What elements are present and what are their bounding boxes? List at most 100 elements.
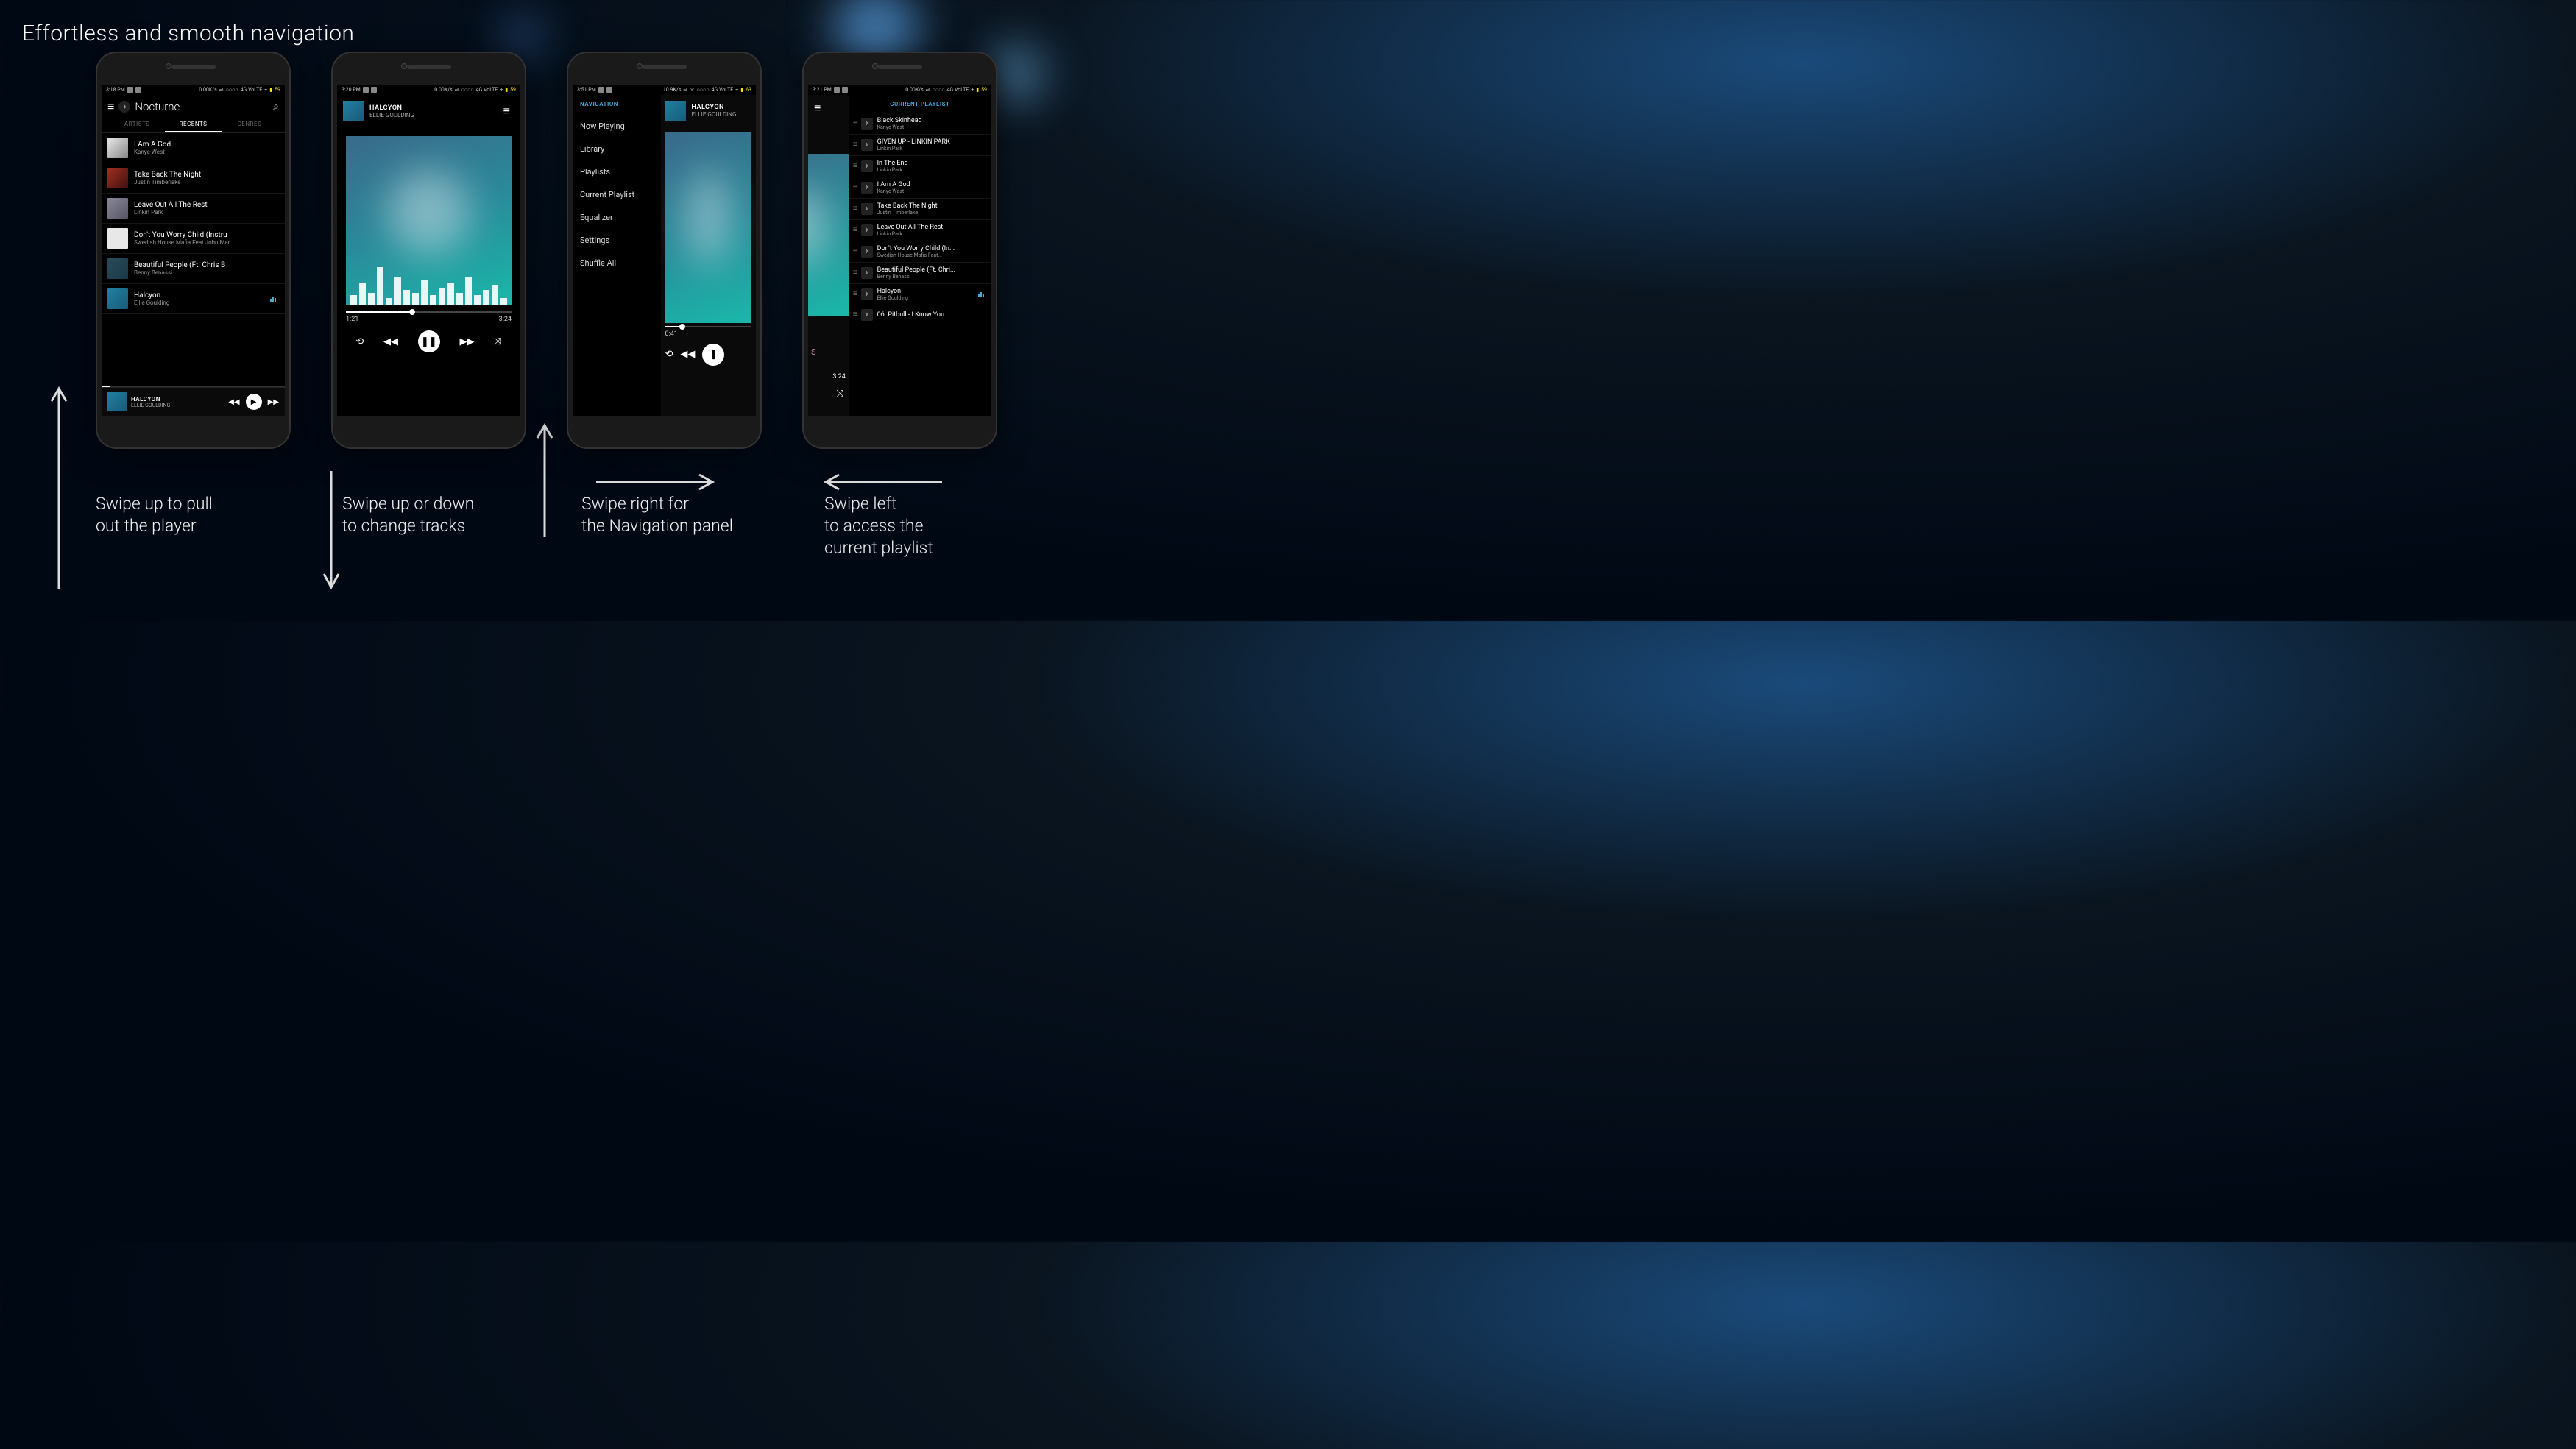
note-icon: ♪ — [861, 203, 873, 215]
drag-handle-icon[interactable]: ≡ — [853, 269, 857, 277]
nav-item[interactable]: Playlists — [580, 160, 654, 183]
np-album-art-small — [665, 101, 686, 121]
prev-icon[interactable]: ◀◀ — [228, 398, 239, 406]
note-icon: ♪ — [861, 118, 873, 130]
progress-bar[interactable] — [665, 326, 751, 327]
prev-icon[interactable]: ◀◀ — [680, 349, 695, 360]
nav-item[interactable]: Library — [580, 138, 654, 160]
drag-handle-icon[interactable]: ≡ — [853, 183, 857, 191]
track-title: I Am A God — [134, 141, 279, 149]
pause-icon[interactable]: ❚ — [702, 344, 724, 366]
note-icon: ♪ — [861, 139, 873, 151]
note-icon: ♪ — [861, 309, 873, 321]
track-title: Take Back The Night — [134, 171, 279, 179]
nav-item[interactable]: Now Playing — [580, 115, 654, 138]
nav-item[interactable]: Shuffle All — [580, 252, 654, 274]
drag-handle-icon[interactable]: ≡ — [853, 205, 857, 213]
track-title: 06. Pitbull - I Know You — [877, 311, 987, 319]
track-title: I Am A God — [877, 181, 987, 188]
np-track-title: HALCYON — [692, 104, 751, 111]
app-logo: ♪ — [118, 101, 130, 113]
track-title: Beautiful People (Ft. Chri... — [877, 266, 987, 274]
track-title: Take Back The Night — [877, 202, 987, 210]
next-icon[interactable]: ▶▶ — [459, 336, 474, 347]
track-title: Black Skinhead — [877, 117, 987, 124]
drag-handle-icon[interactable]: ≡ — [853, 247, 857, 255]
track-row[interactable]: Leave Out All The RestLinkin Park — [102, 194, 285, 224]
playlist-row[interactable]: ≡♪Leave Out All The RestLinkin Park — [849, 220, 991, 241]
track-title: GIVEN UP - LINKIN PARK — [877, 138, 987, 146]
menu-icon[interactable]: ≡ — [808, 95, 849, 121]
track-artist: Benny Benassi — [877, 274, 987, 280]
search-icon[interactable]: ⌕ — [273, 101, 279, 113]
drag-handle-icon[interactable]: ≡ — [853, 226, 857, 234]
np-album-art-small — [343, 101, 364, 121]
track-row[interactable]: I Am A GodKanye West — [102, 133, 285, 163]
nav-item[interactable]: Settings — [580, 229, 654, 252]
track-row[interactable]: HalcyonEllie Goulding — [102, 284, 285, 314]
tab-artists[interactable]: ARTISTS — [109, 118, 165, 132]
nav-item[interactable]: Equalizer — [580, 206, 654, 229]
time-total: 3:24 — [832, 373, 845, 380]
album-art — [107, 198, 128, 219]
album-art — [107, 288, 128, 309]
mini-album-art — [107, 392, 127, 411]
visualizer — [346, 254, 512, 305]
caption-1: Swipe up to pull out the player — [96, 493, 213, 537]
app-title: Nocturne — [135, 100, 180, 113]
menu-icon[interactable]: ≡ — [107, 99, 114, 114]
playlist-row[interactable]: ≡♪I Am A GodKanye West — [849, 177, 991, 199]
track-artist: Swedish House Mafia Feat... — [877, 252, 987, 258]
track-row[interactable]: Don't You Worry Child (InstruSwedish Hou… — [102, 224, 285, 254]
navigation-drawer[interactable]: NAVIGATION Now PlayingLibraryPlaylistsCu… — [573, 95, 661, 416]
playlist-row[interactable]: ≡♪Black SkinheadKanye West — [849, 113, 991, 135]
playlist-row[interactable]: ≡♪GIVEN UP - LINKIN PARKLinkin Park — [849, 135, 991, 156]
next-icon[interactable]: ▶▶ — [268, 398, 279, 406]
pause-icon[interactable]: ❚❚ — [418, 330, 440, 352]
play-icon[interactable]: ▶ — [246, 394, 262, 410]
playlist-row[interactable]: ≡♪Beautiful People (Ft. Chri...Benny Ben… — [849, 263, 991, 284]
np-peek[interactable]: ≡ S 3:24 ⤨ — [808, 95, 849, 416]
repeat-icon[interactable]: ⟲ — [665, 349, 673, 360]
shuffle-icon[interactable]: ⤨ — [836, 389, 843, 400]
playlist-row[interactable]: ≡♪Don't You Worry Child (In...Swedish Ho… — [849, 241, 991, 263]
track-artist: Justin Timberlake — [877, 210, 987, 216]
drag-handle-icon[interactable]: ≡ — [853, 141, 857, 149]
playlist-row[interactable]: ≡♪HalcyonEllie Goulding — [849, 284, 991, 305]
phone-playlist: 3:21 PM 0.00K/s⇌○○○○4G VoLTE+▮59 ≡ S 3:2… — [802, 52, 997, 449]
track-list[interactable]: I Am A GodKanye WestTake Back The NightJ… — [102, 133, 285, 386]
drag-handle-icon[interactable]: ≡ — [853, 119, 857, 127]
drag-handle-icon[interactable]: ≡ — [853, 162, 857, 170]
mini-track-artist: ELLIE GOULDING — [131, 403, 228, 408]
prev-icon[interactable]: ◀◀ — [383, 336, 398, 347]
nav-item[interactable]: Current Playlist — [580, 183, 654, 206]
repeat-icon[interactable]: ⟲ — [355, 336, 364, 347]
playlist-heading: CURRENT PLAYLIST — [849, 95, 991, 113]
track-artist: Ellie Goulding — [877, 295, 978, 301]
mini-player[interactable]: HALCYON ELLIE GOULDING ◀◀ ▶ ▶▶ — [102, 387, 285, 416]
playlist-row[interactable]: ≡ ♪ Take Back The NightJustin Timberlake — [849, 199, 991, 220]
shuffle-icon[interactable]: ⤨ — [494, 336, 501, 347]
album-art — [107, 168, 128, 188]
playlist-row[interactable]: ≡ ♪ 06. Pitbull - I Know You — [849, 305, 991, 325]
drag-handle-icon[interactable]: ≡ — [853, 311, 857, 319]
np-album-art[interactable] — [346, 136, 512, 305]
phone-library: 3:18 PM 0.00K/s⇌○○○○4G VoLTE+▮59 ≡ ♪ Noc… — [96, 52, 291, 449]
tab-recents[interactable]: RECENTS — [165, 118, 221, 132]
track-title: Leave Out All The Rest — [134, 201, 279, 209]
drag-handle-icon[interactable]: ≡ — [853, 290, 857, 298]
track-title: In The End — [877, 160, 987, 167]
track-artist: Justin Timberlake — [134, 179, 279, 185]
progress-bar[interactable] — [346, 311, 512, 313]
note-icon: ♪ — [861, 288, 873, 300]
np-track-title: HALCYON — [369, 104, 503, 112]
track-row[interactable]: Beautiful People (Ft. Chris BBenny Benas… — [102, 254, 285, 284]
np-album-art[interactable] — [665, 132, 751, 323]
tab-genres[interactable]: GENRES — [222, 118, 277, 132]
playlist-row[interactable]: ≡♪In The EndLinkin Park — [849, 156, 991, 177]
note-icon: ♪ — [861, 246, 873, 258]
track-row[interactable]: Take Back The NightJustin Timberlake — [102, 163, 285, 194]
playlist[interactable]: ≡♪Black SkinheadKanye West≡♪GIVEN UP - L… — [849, 113, 991, 416]
headline: Effortless and smooth navigation — [22, 21, 354, 46]
menu-icon[interactable]: ≡ — [503, 104, 510, 118]
